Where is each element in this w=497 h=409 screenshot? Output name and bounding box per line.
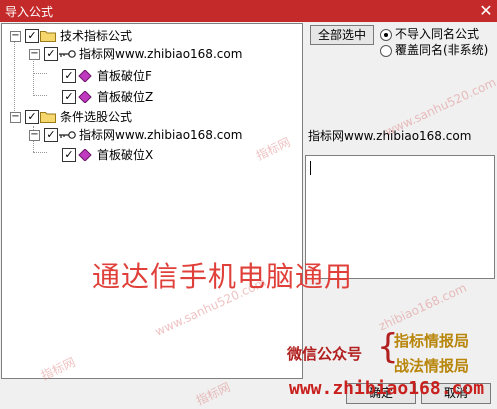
tree-node-label: 指标网www.zhibiao168.com xyxy=(79,47,243,61)
folder-icon xyxy=(40,29,56,42)
collapse-icon[interactable]: − xyxy=(10,31,21,42)
title-bar: 导入公式 ✕ xyxy=(0,0,497,22)
radio-label: 覆盖同名(非系统) xyxy=(395,43,489,57)
key-icon xyxy=(59,130,77,140)
close-icon[interactable]: ✕ xyxy=(475,0,497,22)
formula-icon xyxy=(78,91,92,103)
tree-node-label: 首板破位F xyxy=(97,69,152,83)
tree-node-label: 技术指标公式 xyxy=(60,29,133,43)
checkbox[interactable]: ✓ xyxy=(44,128,58,142)
tree-node-site-group[interactable]: − ✓ 指标网www.zhibiao168.com xyxy=(29,45,259,63)
tree-node-tech-indicators[interactable]: − ✓ 技术指标公式 xyxy=(10,27,210,45)
overlay-headline: 通达信手机电脑通用 xyxy=(92,260,354,293)
collapse-icon[interactable]: − xyxy=(29,49,40,60)
window-title: 导入公式 xyxy=(5,5,54,19)
overlay-url: www.zhibiao168.com xyxy=(289,378,485,399)
tree-node-label: 条件选股公式 xyxy=(60,110,133,124)
formula-icon xyxy=(78,149,92,161)
key-icon xyxy=(59,49,77,59)
radio-overwrite-same[interactable] xyxy=(380,45,392,57)
checkbox[interactable]: ✓ xyxy=(44,47,58,61)
tree-node-site-group[interactable]: − ✓ 指标网www.zhibiao168.com xyxy=(29,126,259,144)
watermark: zhibiao168.com xyxy=(376,280,469,334)
account-name-1: 指标情报局 xyxy=(394,332,470,350)
collapse-icon[interactable]: − xyxy=(10,112,21,123)
tree-node-label: 指标网www.zhibiao168.com xyxy=(79,128,243,142)
text-caret xyxy=(310,161,311,175)
folder-icon xyxy=(40,110,56,123)
checkbox[interactable]: ✓ xyxy=(25,110,39,124)
tree-node-stock-screen[interactable]: − ✓ 条件选股公式 xyxy=(10,108,210,126)
tree-node-label: 首板破位Z xyxy=(97,90,154,104)
checkbox[interactable]: ✓ xyxy=(25,29,39,43)
tree-node-formula[interactable]: ✓ 首板破位F xyxy=(47,67,187,85)
watermark: 指标网 xyxy=(193,379,233,408)
wechat-label: 微信公众号 xyxy=(287,345,363,363)
formula-icon xyxy=(78,70,92,82)
account-name-2: 战法情报局 xyxy=(394,357,470,375)
tree-node-formula[interactable]: ✓ 首板破位X xyxy=(47,146,187,164)
checkbox[interactable]: ✓ xyxy=(62,90,76,104)
tree-node-label: 首板破位X xyxy=(97,148,154,162)
radio-no-import-same[interactable] xyxy=(380,29,392,41)
radio-label: 不导入同名公式 xyxy=(395,27,480,41)
checkbox[interactable]: ✓ xyxy=(62,69,76,83)
collapse-icon[interactable]: − xyxy=(29,130,40,141)
tree-node-formula[interactable]: ✓ 首板破位Z xyxy=(47,88,187,106)
checkbox[interactable]: ✓ xyxy=(62,148,76,162)
select-all-button[interactable]: 全部选中 xyxy=(310,25,374,45)
